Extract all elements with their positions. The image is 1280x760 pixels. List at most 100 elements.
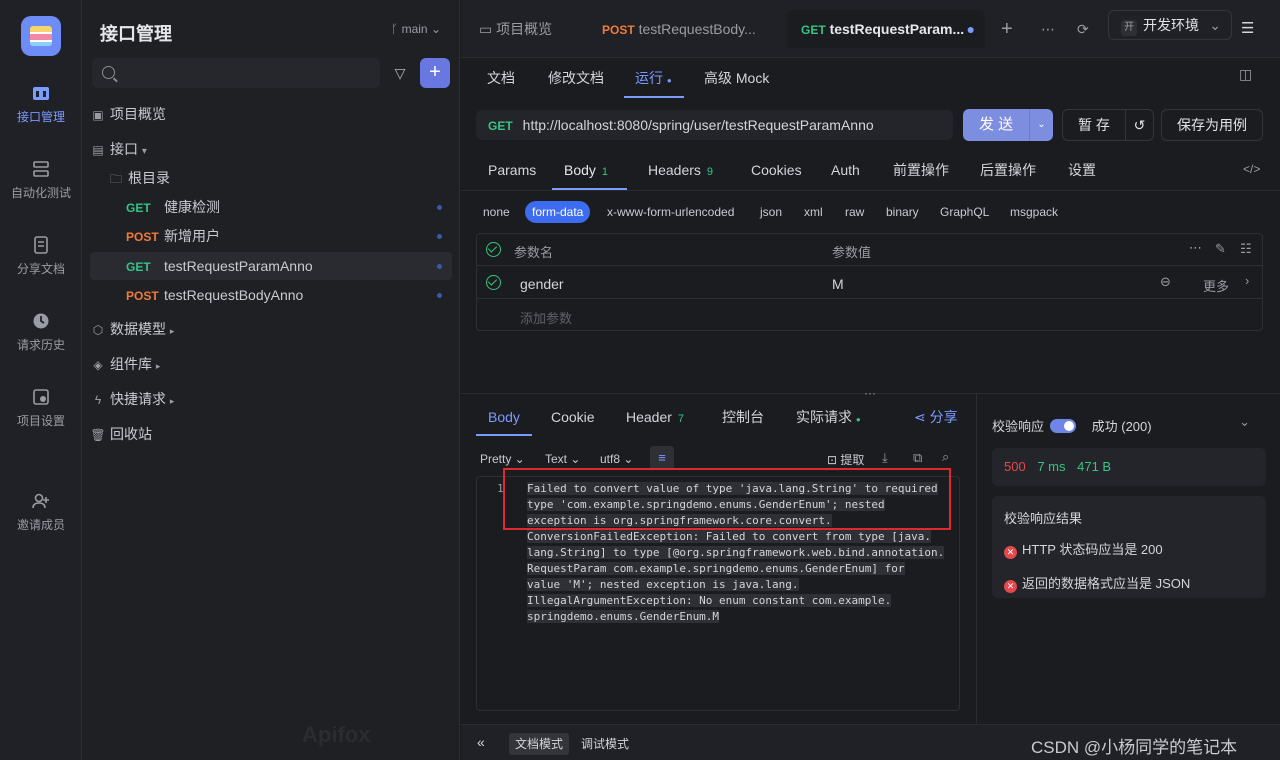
- debug-mode-button[interactable]: 调试模式: [575, 733, 635, 755]
- param-tab[interactable]: 设置: [1068, 150, 1096, 190]
- panel-toggle-icon[interactable]: ◫: [1239, 66, 1252, 83]
- remove-icon[interactable]: ⊖: [1160, 274, 1171, 290]
- add-button[interactable]: +: [420, 58, 450, 88]
- param-tab[interactable]: Params: [488, 150, 536, 190]
- response-tab[interactable]: 控制台: [722, 400, 764, 436]
- more-tabs-button[interactable]: ⋯: [1041, 10, 1055, 48]
- search-icon[interactable]: ⌕: [942, 449, 949, 465]
- tree-item-interfaces[interactable]: ▤ 接口 ▾: [90, 135, 452, 163]
- save-as-case-button[interactable]: 保存为用例: [1161, 109, 1263, 141]
- doc-tab[interactable]: 文档: [487, 63, 515, 103]
- tab-request-param[interactable]: GET testRequestParam... ●: [787, 10, 985, 48]
- tree-item-quick-request[interactable]: ϟ 快捷请求 ▸: [90, 385, 452, 413]
- encoding-select[interactable]: utf8 ⌄: [600, 452, 633, 466]
- body-type-option[interactable]: x-www-form-urlencoded: [607, 201, 734, 223]
- collapse-icon[interactable]: «: [477, 734, 485, 750]
- param-tab[interactable]: Auth: [831, 150, 860, 190]
- save-button[interactable]: 暂 存 ↺: [1062, 109, 1154, 141]
- settings-icon: [33, 389, 49, 405]
- param-tab[interactable]: Cookies: [751, 150, 802, 190]
- apifox-logo[interactable]: [21, 16, 61, 56]
- tree-item-components[interactable]: ◈ 组件库 ▸: [90, 350, 452, 378]
- response-tab[interactable]: Header 7: [626, 400, 684, 436]
- body-type-option[interactable]: msgpack: [1010, 201, 1058, 223]
- search-input[interactable]: [92, 58, 380, 88]
- rail-item-share-doc[interactable]: 分享文档: [0, 236, 82, 277]
- menu-icon: ☰: [1241, 20, 1255, 37]
- pretty-select[interactable]: Pretty ⌄: [480, 452, 525, 466]
- param-name[interactable]: gender: [520, 276, 564, 292]
- undo-icon[interactable]: ↺: [1125, 110, 1153, 140]
- response-tab-body[interactable]: Body: [476, 400, 532, 436]
- tab-request-body[interactable]: POST testRequestBody...: [602, 10, 756, 48]
- tree-item-trash[interactable]: 🗑 回收站: [90, 420, 452, 448]
- add-param-input[interactable]: 添加参数: [520, 308, 572, 327]
- dot-icon: ●: [666, 76, 672, 85]
- copy-icon[interactable]: ⧉: [913, 450, 922, 466]
- code-icon[interactable]: </>: [1243, 162, 1260, 176]
- new-tab-button[interactable]: +: [1001, 10, 1013, 48]
- chevron-right-icon[interactable]: ›: [1245, 273, 1249, 288]
- param-tab[interactable]: 前置操作: [893, 150, 949, 190]
- chevron-down-icon[interactable]: ⌄: [1029, 109, 1053, 141]
- rail-item-invite[interactable]: 邀请成员: [0, 492, 82, 533]
- body-type-option[interactable]: GraphQL: [940, 201, 989, 223]
- trash-icon: 🗑: [90, 428, 106, 442]
- url-input[interactable]: GET http://localhost:8080/spring/user/tes…: [476, 110, 953, 140]
- body-type-option[interactable]: xml: [804, 201, 823, 223]
- environment-selector[interactable]: 开开发环境 ⌄: [1108, 10, 1232, 40]
- more-link[interactable]: 更多: [1203, 276, 1229, 295]
- share-button[interactable]: ⋖ 分享: [914, 400, 958, 436]
- ellipsis-icon[interactable]: ⋯: [1189, 240, 1202, 256]
- tree-folder-root[interactable]: 🗀 根目录: [90, 164, 452, 192]
- refresh-button[interactable]: ⟳: [1077, 10, 1089, 48]
- share-doc-icon: [34, 236, 48, 254]
- rail-item-api[interactable]: 接口管理: [0, 84, 82, 125]
- menu-button[interactable]: ☰: [1241, 10, 1254, 48]
- lightning-icon: ϟ: [94, 393, 102, 407]
- select-all-checkbox[interactable]: [486, 242, 501, 257]
- rail-item-automation[interactable]: 自动化测试: [0, 160, 82, 201]
- row-checkbox[interactable]: [486, 275, 501, 290]
- param-tab[interactable]: Headers 9: [648, 150, 713, 190]
- branch-selector[interactable]: ᚴ main ⌄: [391, 22, 441, 36]
- tab-label: 实际请求: [796, 409, 852, 425]
- send-button[interactable]: 发 送 ⌄: [963, 109, 1053, 141]
- tree-item-models[interactable]: ⬡ 数据模型 ▸: [90, 315, 452, 343]
- extract-button[interactable]: ⊡ 提取: [827, 451, 864, 468]
- download-icon[interactable]: ⤓: [882, 450, 888, 466]
- bulk-edit-icon[interactable]: ✎: [1215, 241, 1226, 257]
- response-tab[interactable]: Cookie: [551, 400, 595, 436]
- tab-overview[interactable]: ▭ 项目概览: [479, 10, 552, 48]
- body-type-option[interactable]: raw: [845, 201, 864, 223]
- tab-label: Headers: [648, 162, 701, 178]
- endpoint-item[interactable]: GET 健康检测: [90, 193, 452, 221]
- doc-tab[interactable]: 修改文档: [548, 63, 604, 103]
- api-sidebar: 接口管理 ᚴ main ⌄ ▽ + ▣ 项目概览 ▤ 接口 ▾ 🗀 根目录 GET 健康…: [82, 0, 460, 760]
- sidebar-title: 接口管理: [100, 24, 172, 44]
- param-tab-body[interactable]: Body 1: [552, 150, 627, 190]
- param-value[interactable]: M: [832, 276, 844, 292]
- drag-handle-icon[interactable]: ···: [864, 386, 876, 400]
- body-type-option[interactable]: json: [760, 201, 782, 223]
- response-tab[interactable]: 实际请求 ●: [796, 400, 861, 436]
- body-type-option-selected[interactable]: form-data: [525, 201, 591, 223]
- doc-tab-run[interactable]: 运行 ●: [624, 58, 684, 98]
- text-select[interactable]: Text ⌄: [545, 452, 580, 466]
- validation-toggle[interactable]: [1050, 419, 1077, 433]
- list-icon[interactable]: ☷: [1240, 241, 1252, 257]
- rail-item-settings[interactable]: 项目设置: [0, 388, 82, 429]
- endpoint-item[interactable]: POST 新增用户: [90, 222, 452, 250]
- filter-button[interactable]: ▽: [386, 58, 414, 88]
- tree-item-overview[interactable]: ▣ 项目概览: [90, 100, 452, 128]
- doc-tab[interactable]: 高级 Mock: [704, 63, 769, 103]
- body-type-option[interactable]: binary: [886, 201, 919, 223]
- chevron-down-icon[interactable]: ⌄: [1239, 414, 1250, 430]
- doc-mode-button[interactable]: 文档模式: [509, 733, 570, 755]
- body-type-option[interactable]: none: [483, 201, 510, 223]
- endpoint-item-selected[interactable]: GET testRequestParamAnno: [90, 252, 452, 280]
- endpoint-item[interactable]: POST testRequestBodyAnno: [90, 281, 452, 309]
- param-tab[interactable]: 后置操作: [980, 150, 1036, 190]
- rail-item-history[interactable]: 请求历史: [0, 312, 82, 353]
- wrap-icon[interactable]: ≡: [650, 446, 674, 470]
